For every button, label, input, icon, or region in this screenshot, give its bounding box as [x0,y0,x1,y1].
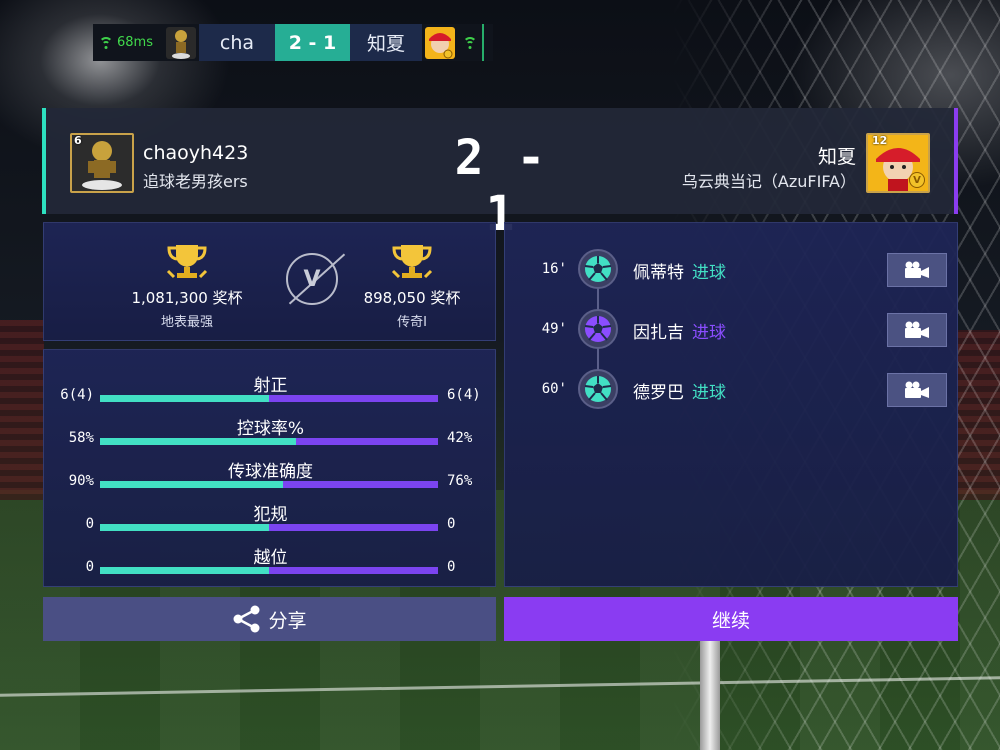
home-player-level: 6 [74,134,82,147]
home-mini-avatar [163,24,199,61]
stat-bar [100,567,438,574]
away-avatar-icon [425,26,455,59]
stat-home-value: 90% [68,473,94,489]
away-trophy-count: 898,050 奖杯 [363,289,461,307]
stat-label: 射正 [253,376,288,396]
ping-indicator: 68ms [93,24,163,61]
player-name: 德罗巴 [633,383,684,403]
stat-label: 越位 [253,548,288,568]
ping-value: 68ms [117,35,153,50]
home-trophy-block: 1,081,300 奖杯 地表最强 [107,241,267,330]
event-minute: 49' [541,321,567,337]
event-minute: 60' [541,381,567,397]
match-hud: 68ms cha 2 - 1 知夏 [93,24,493,61]
home-player-name: chaoyh423 [143,142,249,164]
continue-button[interactable]: 继续 [504,597,958,641]
stat-label: 犯规 [253,505,288,525]
stat-bar-home-fill [100,567,269,574]
hud-score: 2 - 1 [275,24,350,61]
wifi-icon [99,36,113,49]
goal-events-panel: 16' 佩蒂特 进球 49' 因扎吉 进球 60' 德罗巴 进球 [504,222,958,587]
goal-event: 16' 佩蒂特 进球 [505,247,959,291]
match-stats-panel: 射正 6(4) 6(4) 控球率% 58% 42% 传球准确度 90% 76% … [43,349,496,587]
stat-bar-home-fill [100,438,297,445]
continue-label: 继续 [711,609,750,632]
stat-row: 传球准确度 90% 76% [44,457,497,497]
soccer-ball-icon [578,309,618,349]
hud-home-name: cha [199,24,275,61]
away-club-name: 乌云典当记（AzuFIFA） [681,172,856,191]
event-player: 佩蒂特 进球 [633,258,726,283]
player-name: 因扎吉 [633,323,684,343]
stat-home-value: 0 [85,516,94,532]
event-type: 进球 [692,383,726,403]
trophy-icon [391,245,433,279]
stat-away-value: 6(4) [447,387,481,403]
home-player-badge[interactable]: 6 [70,133,134,193]
event-player: 因扎吉 进球 [633,318,726,343]
home-trophy-count: 1,081,300 奖杯 [131,289,243,307]
stat-row: 控球率% 58% 42% [44,414,497,454]
stat-bar [100,524,438,531]
home-rank: 地表最强 [160,315,213,330]
stat-home-value: 58% [68,430,94,446]
stat-home-value: 0 [85,559,94,575]
event-player: 德罗巴 进球 [633,378,726,403]
soccer-ball-icon [578,249,618,289]
away-player-level: 12 [872,134,888,147]
stat-bar [100,481,438,488]
wifi-icon [463,36,477,49]
opponent-connection [458,24,484,61]
away-trophy-block: 898,050 奖杯 传奇I [332,241,492,330]
away-rank: 传奇I [397,315,427,330]
video-camera-icon [905,321,929,338]
stat-bar-home-fill [100,395,269,402]
stat-bar-home-fill [100,481,283,488]
soccer-ball-icon [578,369,618,409]
stat-away-value: 0 [447,516,456,532]
stat-away-value: 0 [447,559,456,575]
away-mini-avatar [422,24,458,61]
stat-row: 越位 0 0 [44,543,497,583]
share-icon [233,605,260,633]
stat-bar-home-fill [100,524,269,531]
share-button[interactable]: 分享 [43,597,496,641]
stat-away-value: 42% [447,430,473,446]
scoreboard: 6 chaoyh423 追球老男孩ers 2 - 1 知夏 乌云典当记（AzuF… [42,108,958,242]
player-name: 佩蒂特 [633,263,684,283]
hud-away-name: 知夏 [350,24,422,61]
away-player-name: 知夏 [817,146,856,168]
goal-event: 49' 因扎吉 进球 [505,307,959,351]
trophy-icon [166,245,208,279]
replay-video-button[interactable] [887,313,947,347]
stat-label: 传球准确度 [228,462,313,482]
stat-bar [100,395,438,402]
stat-row: 犯规 0 0 [44,500,497,540]
replay-video-button[interactable] [887,253,947,287]
event-minute: 16' [541,261,567,277]
versus-badge: V [286,253,338,305]
stat-label: 控球率% [236,419,305,439]
crowd-left [0,320,44,500]
stat-away-value: 76% [447,473,473,489]
stat-bar [100,438,438,445]
away-player-badge[interactable]: 12 V [866,133,930,193]
home-avatar-icon [166,26,196,59]
trophy-panel: 1,081,300 奖杯 地表最强 V 898,050 奖杯 传奇I [43,222,496,341]
goal-post [700,640,720,750]
event-type: 进球 [692,263,726,283]
share-label: 分享 [268,609,307,632]
vip-badge-icon: V [909,172,925,188]
video-camera-icon [905,381,929,398]
stat-home-value: 6(4) [60,387,94,403]
home-club-name: 追球老男孩ers [143,172,248,191]
stat-row: 射正 6(4) 6(4) [44,371,497,411]
goal-event: 60' 德罗巴 进球 [505,367,959,411]
replay-video-button[interactable] [887,373,947,407]
event-type: 进球 [692,323,726,343]
video-camera-icon [905,261,929,278]
